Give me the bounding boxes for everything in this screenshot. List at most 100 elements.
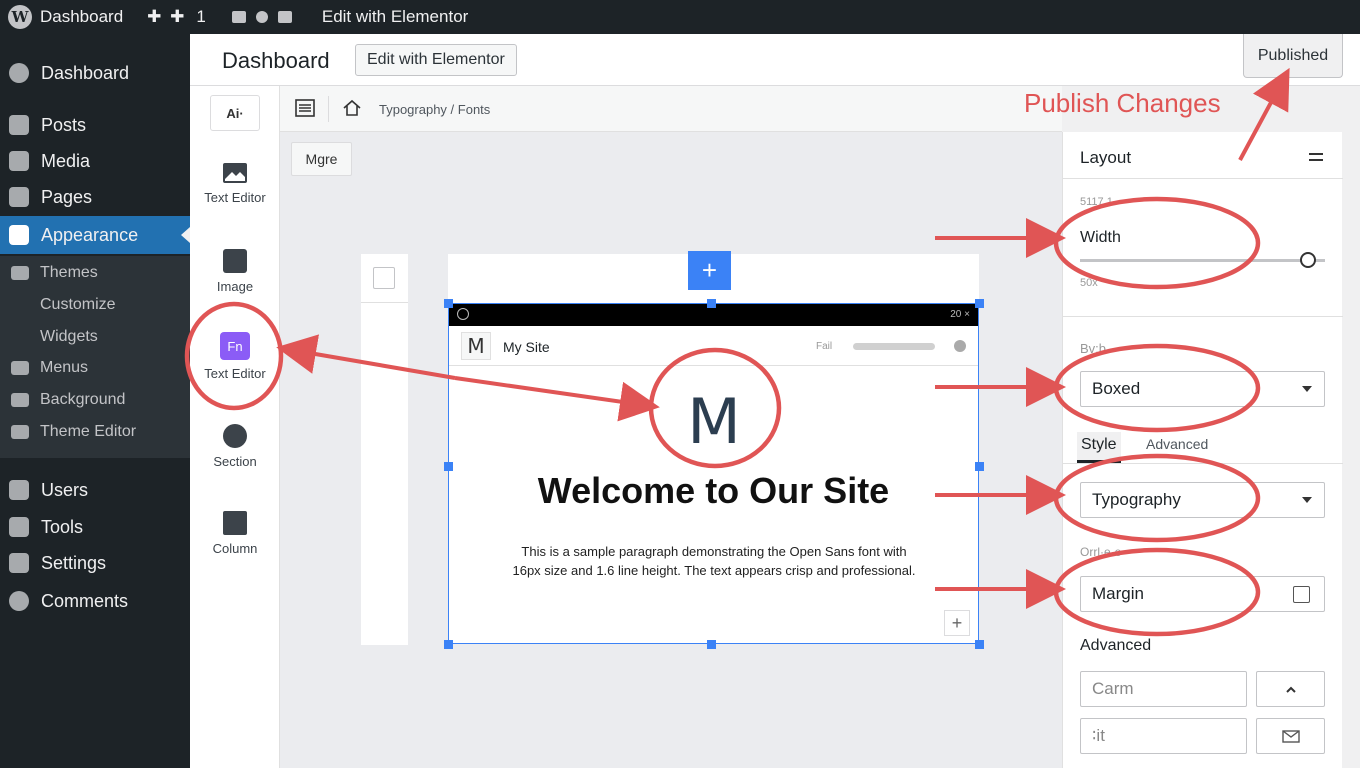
margin-label: Margin [1092,584,1144,603]
advanced-input-2[interactable]: ∶it [1080,718,1247,754]
fn-icon: Fn [220,332,250,360]
submenu-label: Background [40,391,126,408]
submenu-menus[interactable]: Menus [0,355,190,381]
submenu-theme-editor[interactable]: Theme Editor [0,419,190,445]
pin-icon [9,115,29,135]
submenu-customize[interactable]: Customize [0,292,190,318]
resize-handle[interactable] [444,640,453,649]
list-icon[interactable] [295,99,315,117]
chevron-up-button[interactable] [1256,671,1325,707]
resize-handle[interactable] [707,299,716,308]
ai-button[interactable]: Ai· [210,95,260,131]
chevron-down-icon [1302,386,1312,392]
nav-search-bar[interactable] [853,343,935,350]
site-navbar: M My Site Fail [449,326,978,366]
pages-icon [9,187,29,207]
panel-menu-icon[interactable] [1309,153,1323,161]
resize-handle[interactable] [444,462,453,471]
admin-bar-edit-elementor[interactable]: Edit with Elementor [322,7,468,27]
background-icon [11,393,29,407]
users-icon [9,480,29,500]
eyedropper-icon[interactable] [373,267,395,289]
dashboard-icon [9,63,29,83]
menu-item-label: Users [41,479,89,500]
wordpress-logo-icon[interactable]: W [8,5,32,29]
themes-icon [11,266,29,280]
panel-faint-text: Bv:b [1080,341,1107,356]
publish-changes-annotation: Publish Changes [1024,88,1221,118]
widget-section[interactable]: Section [190,424,280,469]
envelope-button[interactable] [1256,718,1325,754]
submenu-widgets[interactable]: Widgets [0,324,190,350]
pencil-icon[interactable] [1313,99,1333,117]
comments-icons[interactable] [231,11,292,23]
resize-handle[interactable] [444,299,453,308]
menu-item-label: Comments [41,590,129,611]
menu-item-dashboard[interactable]: Dashboard [0,56,190,90]
margin-field[interactable]: Margin [1080,576,1325,612]
editor-canvas: Mgre + 20 × M My Site Fail M Welcome to … [280,132,1062,768]
add-widget-button[interactable]: + [944,610,970,636]
layout-select[interactable]: Boxed [1080,371,1325,407]
widget-text-editor[interactable]: Text Editor [190,162,280,205]
resize-handle[interactable] [975,299,984,308]
panel-faint-text: 5117.1 · [1080,196,1120,208]
chevron-down-icon [1302,497,1312,503]
submenu-background[interactable]: Background [0,387,190,413]
advanced-input-1[interactable]: Carm [1080,671,1247,707]
menu-item-label: Tools [41,516,84,537]
menu-item-media[interactable]: Media [0,144,190,178]
hero-heading[interactable]: Welcome to Our Site [449,470,978,512]
preview-frame[interactable]: 20 × M My Site Fail M Welcome to Our Sit… [448,303,979,644]
settings-icon [9,553,29,573]
tools-icon [9,517,29,537]
width-slider-handle[interactable] [1299,252,1316,268]
site-logo[interactable]: M [461,332,491,360]
edit-with-elementor-button[interactable]: Edit with Elementor [355,44,517,76]
widget-column[interactable]: Column [190,511,280,556]
menu-item-settings[interactable]: Settings [0,546,190,580]
widget-image[interactable]: Image [190,249,280,294]
margin-checkbox[interactable] [1293,586,1310,603]
status-time: 20 × [950,309,970,320]
resize-handle[interactable] [707,640,716,649]
submenu-themes[interactable]: Themes [0,260,190,286]
home-icon[interactable] [342,99,362,117]
menu-item-pages[interactable]: Pages [0,180,190,214]
more-button[interactable]: Mgre [291,142,352,176]
admin-bar-site-name[interactable]: Dashboard [40,7,123,27]
widget-text-editor-fn[interactable]: Fn Text Editor [190,332,280,381]
envelope-icon [1281,729,1300,743]
resize-handle[interactable] [975,640,984,649]
menu-item-label: Media [41,150,91,171]
nav-user-icon[interactable] [954,340,966,352]
tab-style[interactable]: Style [1077,432,1121,463]
tab-advanced[interactable]: Advanced [1146,436,1208,452]
widget-panel: Ai· Text Editor Image Fn Text Editor Sec… [190,86,280,768]
hero-paragraph[interactable]: This is a sample paragraph demonstrating… [509,542,919,580]
resize-handle[interactable] [975,462,984,471]
menu-item-users[interactable]: Users [0,473,190,507]
submenu-label: Customize [40,296,116,313]
new-content-icon[interactable]: ✚ ✚ [147,7,186,27]
comments-icon [9,591,29,611]
updates-count[interactable]: 1 [196,7,205,27]
panel-faint-text: Orrl·e·e [1080,545,1122,559]
hero-logo[interactable]: M [679,391,749,453]
menu-item-label: Settings [41,552,107,573]
site-name[interactable]: My Site [503,339,550,355]
menu-item-posts[interactable]: Posts [0,108,190,142]
settings-panel: Layout 5117.1 · Width 50x Bv:b Boxed Sty… [1062,132,1343,768]
menu-item-label: Dashboard [41,62,130,83]
message-icon [277,11,292,23]
menu-item-appearance[interactable]: Appearance [0,216,190,254]
widget-label: Column [212,541,258,556]
width-slider[interactable] [1080,259,1325,262]
widget-label: Text Editor [204,366,266,381]
add-section-button[interactable]: + [688,251,731,290]
typography-select-value: Typography [1092,490,1181,509]
menu-item-comments[interactable]: Comments [0,584,190,618]
typography-select[interactable]: Typography [1080,482,1325,518]
menu-item-tools[interactable]: Tools [0,510,190,544]
published-button[interactable]: Published [1243,34,1343,78]
